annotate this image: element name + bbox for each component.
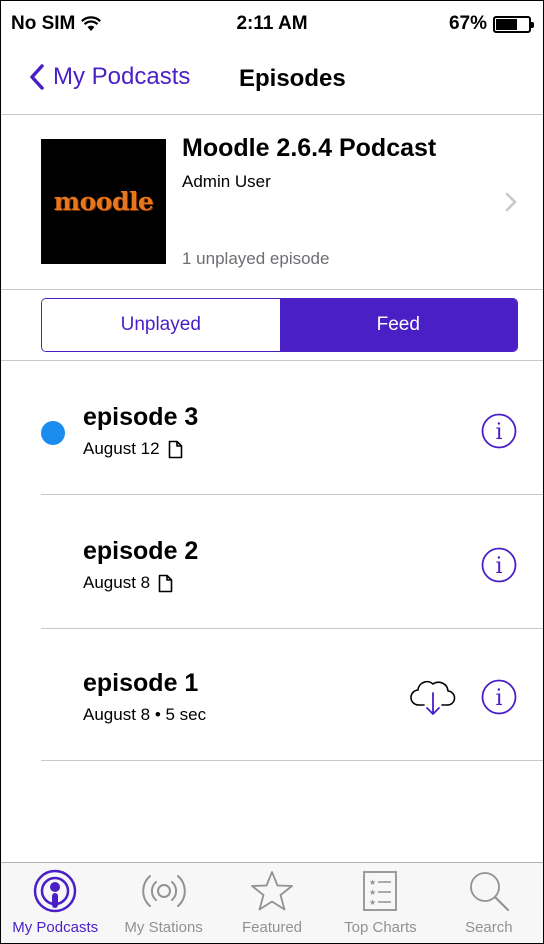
unplayed-dot — [41, 421, 65, 445]
tab-top-charts[interactable]: ★ ★ ★ Top Charts — [326, 863, 434, 943]
svg-text:i: i — [495, 686, 502, 711]
tab-search[interactable]: Search — [435, 863, 543, 943]
episode-meta: August 12 — [83, 439, 183, 459]
segment-bar: Unplayed Feed — [1, 291, 543, 361]
segmented-control: Unplayed Feed — [41, 298, 518, 352]
unplayed-count: 1 unplayed episode — [182, 249, 330, 268]
podcast-author: Admin User — [182, 172, 271, 191]
episode-meta: August 8 • 5 sec — [83, 705, 206, 725]
info-icon[interactable]: i — [481, 413, 517, 449]
episode-date: August 8 — [83, 573, 151, 592]
page-title: Episodes — [239, 65, 346, 92]
back-label: My Podcasts — [53, 63, 191, 90]
episode-title: episode 3 — [83, 403, 199, 431]
tab-label: My Podcasts — [12, 919, 99, 936]
podcast-artwork: moodle — [41, 139, 166, 264]
battery-fill — [496, 18, 517, 30]
tab-bar: My Podcasts My Stations Featured ★ ★ ★ T… — [1, 862, 543, 943]
podcast-icon — [33, 869, 77, 913]
episode-meta: August 8 — [83, 573, 173, 593]
search-icon — [469, 872, 509, 911]
episode-title: episode 2 — [83, 537, 199, 565]
info-icon[interactable]: i — [481, 547, 517, 583]
star-icon — [251, 871, 293, 911]
navigation-bar: My Podcasts Episodes — [1, 41, 543, 115]
status-bar: No SIM 2:11 AM 67% — [1, 1, 543, 41]
episode-row[interactable]: episode 2 August 8 i — [1, 497, 543, 629]
battery-percent: 67% — [448, 13, 487, 34]
tab-my-podcasts[interactable]: My Podcasts — [1, 863, 109, 943]
tab-label: My Stations — [124, 919, 203, 936]
segment-feed[interactable]: Feed — [279, 299, 517, 351]
chevron-left-icon — [30, 64, 44, 90]
podcast-title: Moodle 2.6.4 Podcast — [182, 134, 437, 162]
document-icon — [168, 440, 182, 458]
segment-unplayed[interactable]: Unplayed — [42, 299, 280, 351]
chevron-right-icon[interactable] — [505, 192, 517, 212]
svg-text:i: i — [495, 554, 502, 579]
tab-label: Search — [465, 919, 513, 936]
artwork-logo: moodle — [53, 187, 154, 216]
cloud-download-icon[interactable] — [410, 675, 456, 717]
svg-text:★: ★ — [369, 898, 376, 907]
episode-date: August 12 — [83, 439, 160, 458]
app-screen: No SIM 2:11 AM 67% My Podcasts Episodes — [0, 0, 544, 944]
document-icon — [158, 574, 173, 592]
svg-text:★: ★ — [369, 878, 376, 887]
tab-label: Top Charts — [344, 919, 417, 936]
episode-row[interactable]: episode 1 August 8 • 5 sec i — [1, 629, 543, 761]
back-button[interactable]: My Podcasts — [29, 63, 190, 91]
tab-featured[interactable]: Featured — [218, 863, 326, 943]
broadcast-icon — [141, 875, 186, 907]
podcast-header[interactable]: moodle Moodle 2.6.4 Podcast Admin User 1… — [1, 116, 543, 290]
row-separator — [41, 494, 543, 495]
row-separator — [41, 760, 543, 761]
battery: 67% — [448, 13, 534, 35]
tab-my-stations[interactable]: My Stations — [109, 863, 217, 943]
episode-row[interactable]: episode 3 August 12 i — [1, 363, 543, 495]
svg-text:i: i — [495, 420, 502, 445]
episode-title: episode 1 — [83, 669, 199, 697]
info-icon[interactable]: i — [481, 679, 517, 715]
battery-icon — [493, 15, 534, 33]
episode-date: August 8 • 5 sec — [83, 705, 207, 724]
list-icon: ★ ★ ★ — [363, 871, 398, 911]
svg-text:★: ★ — [369, 888, 376, 897]
tab-label: Featured — [241, 919, 303, 936]
